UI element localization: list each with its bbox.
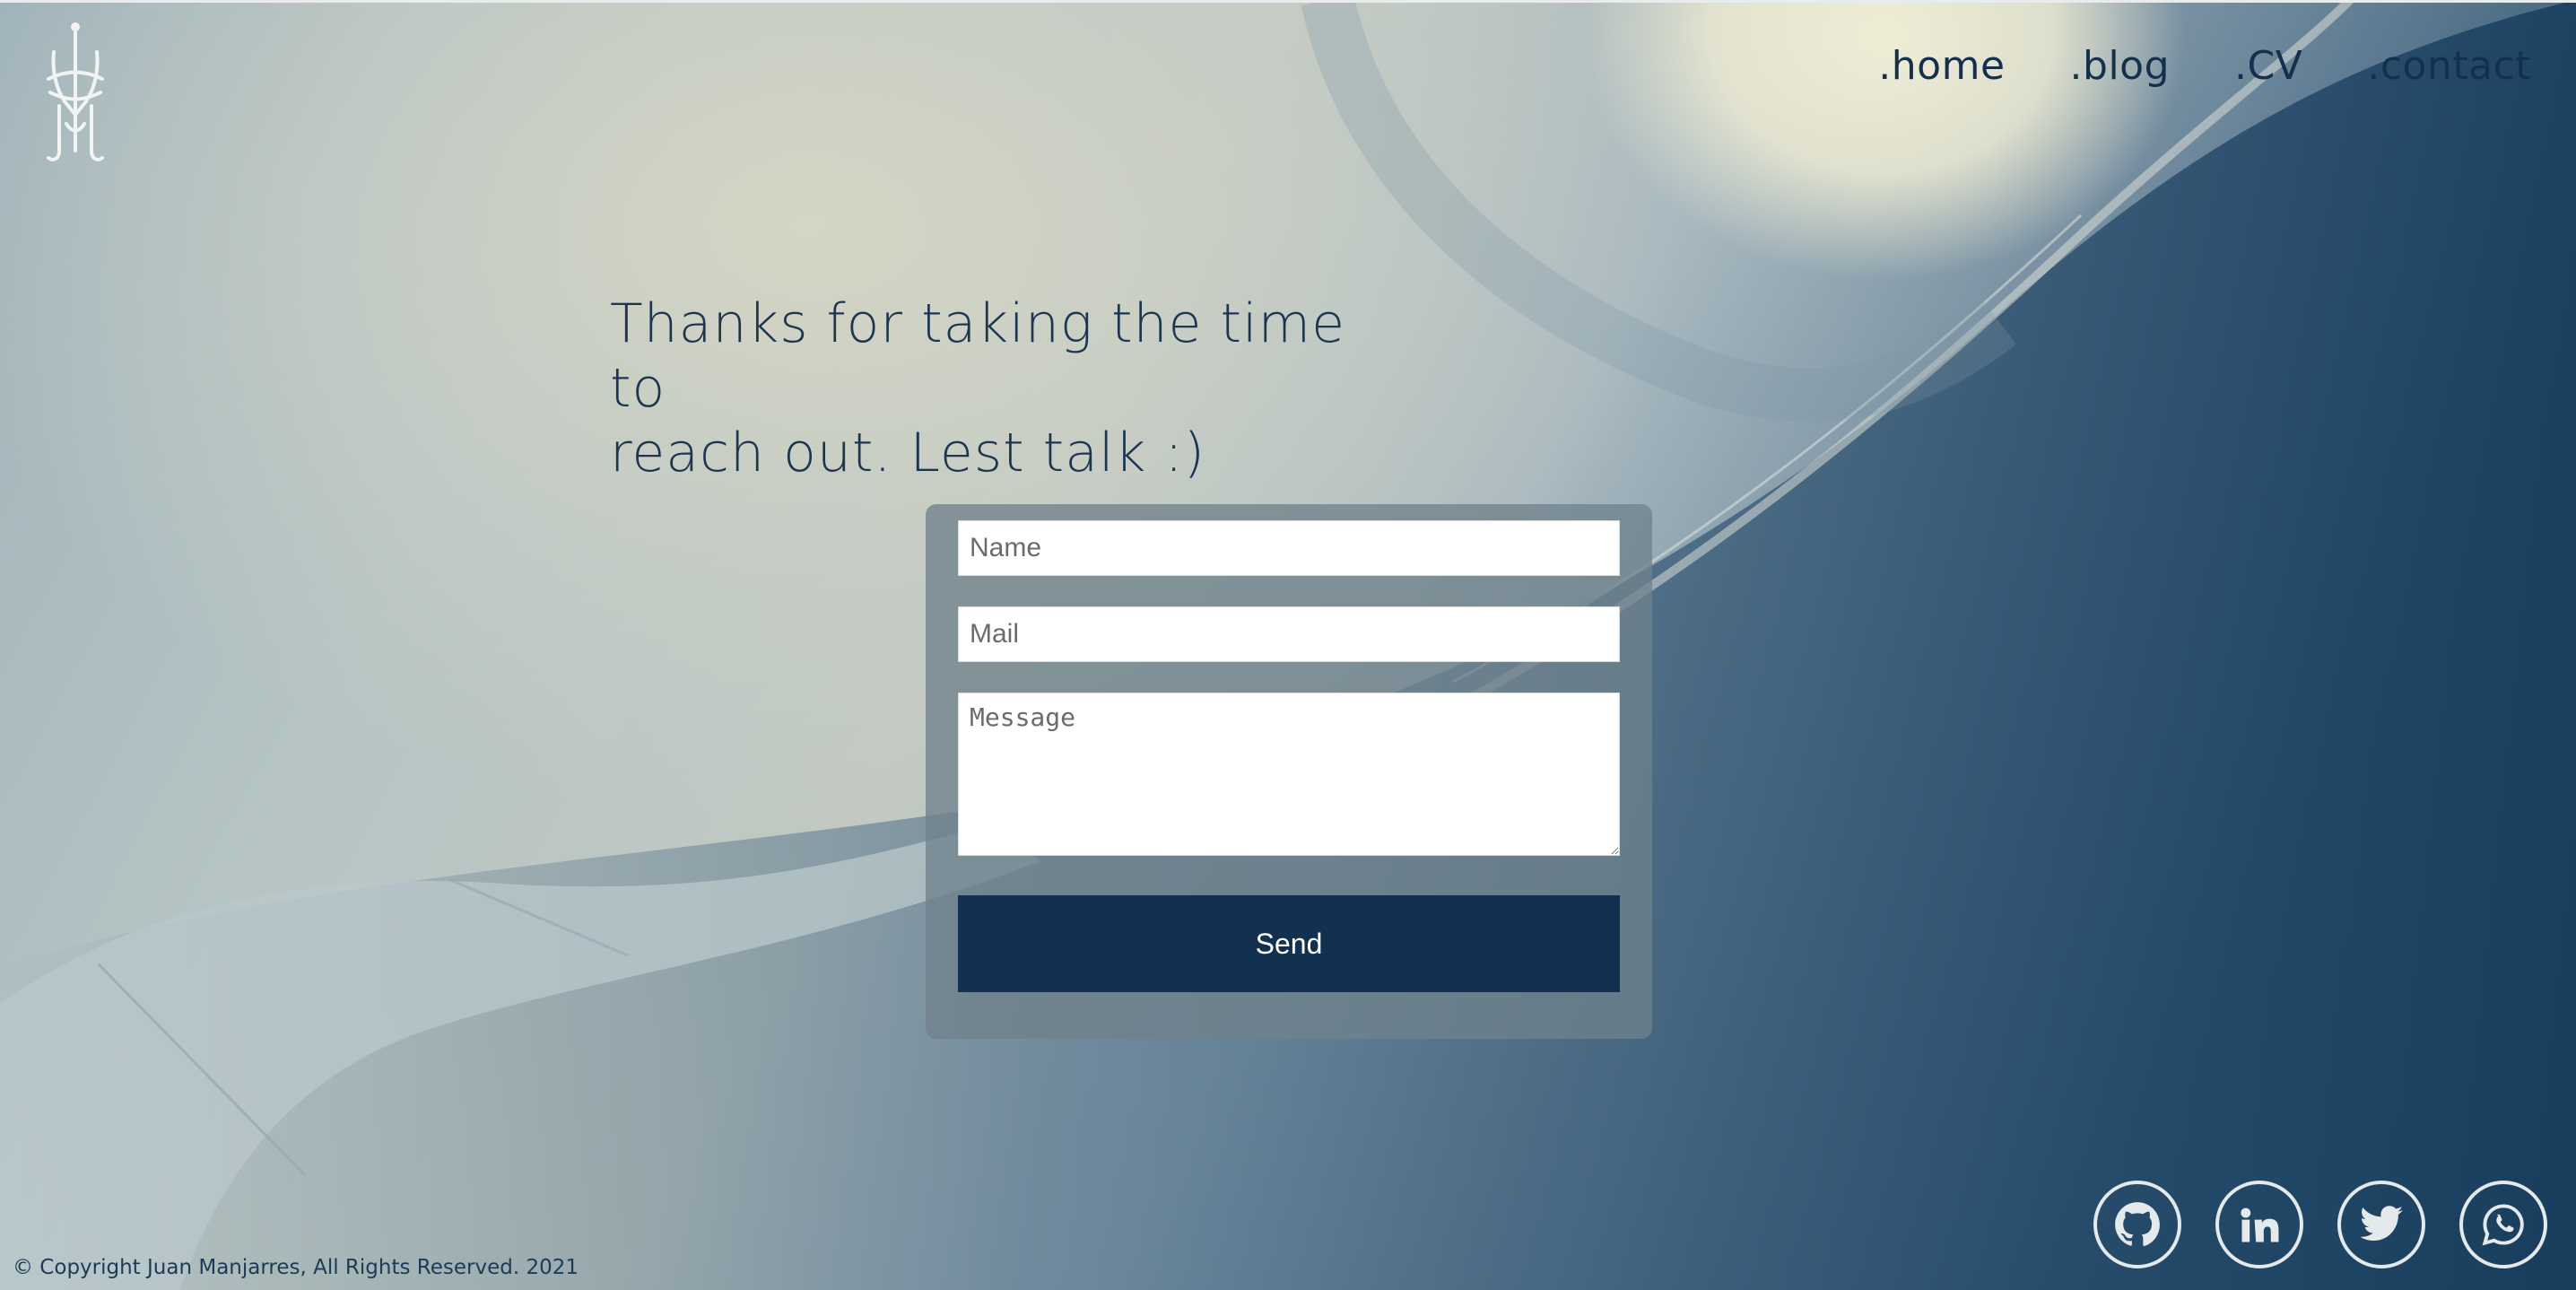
github-icon [2115, 1202, 2160, 1247]
nav-cv-link[interactable]: .CV [2234, 43, 2302, 89]
name-input[interactable] [958, 520, 1620, 576]
twitter-icon [2360, 1206, 2403, 1241]
linkedin-link[interactable] [2215, 1181, 2303, 1268]
contact-form: Send [926, 504, 1652, 1039]
nav-home-link[interactable]: .home [1878, 43, 2005, 89]
headline-line-2: reach out. Lest talk :) [610, 422, 1206, 484]
headline-line-1: Thanks for taking the time to [610, 292, 1346, 420]
mail-input[interactable] [958, 606, 1620, 662]
twitter-link[interactable] [2337, 1181, 2425, 1268]
nav-contact-link[interactable]: .contact [2367, 43, 2531, 89]
social-links [2093, 1181, 2547, 1268]
main-nav: .home .blog .CV .contact [1878, 43, 2531, 89]
linkedin-icon [2241, 1207, 2279, 1242]
page-headline: Thanks for taking the time to reach out.… [610, 292, 1417, 485]
copyright-text: © Copyright Juan Manjarres, All Rights R… [13, 1256, 579, 1279]
nav-blog-link[interactable]: .blog [2070, 43, 2171, 89]
github-link[interactable] [2093, 1181, 2181, 1268]
whatsapp-link[interactable] [2459, 1181, 2547, 1268]
send-button[interactable]: Send [958, 895, 1620, 992]
monogram-logo-icon[interactable] [39, 16, 111, 169]
top-border [0, 0, 2576, 3]
whatsapp-icon [2482, 1204, 2524, 1246]
message-textarea[interactable] [958, 693, 1620, 856]
